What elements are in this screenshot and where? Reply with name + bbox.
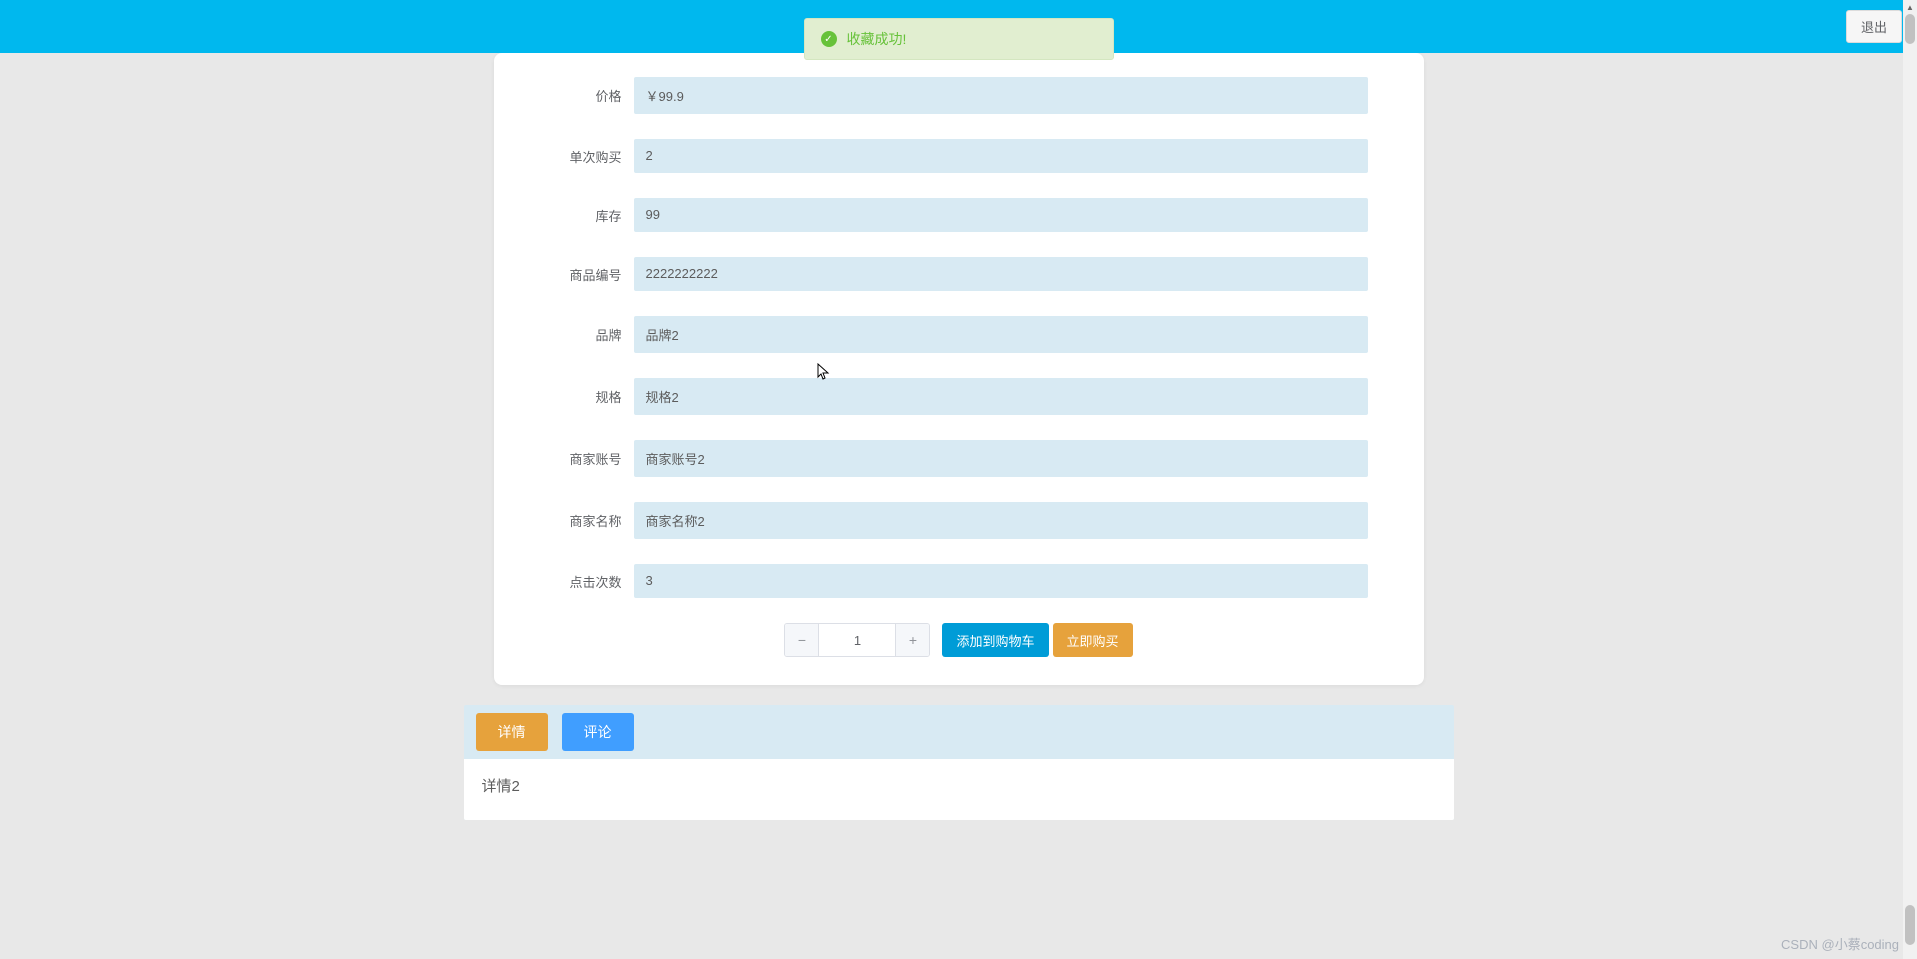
- value-price: ￥99.9: [634, 77, 1368, 114]
- main-content: 价格 ￥99.9 单次购买 2 库存 99 商品编号 2222222222 品牌…: [189, 53, 1729, 820]
- action-bar: − + 添加到购物车 立即购买: [550, 623, 1368, 657]
- quantity-input[interactable]: [819, 624, 895, 656]
- value-stock: 99: [634, 198, 1368, 232]
- scrollbar-thumb-top[interactable]: [1905, 14, 1915, 44]
- label-stock: 库存: [550, 206, 634, 225]
- value-merchant-name: 商家名称2: [634, 502, 1368, 539]
- row-single-buy: 单次购买 2: [550, 139, 1368, 173]
- tab-comment[interactable]: 评论: [562, 713, 634, 751]
- tab-detail[interactable]: 详情: [476, 713, 548, 751]
- tabs-panel: 详情 评论 详情2: [464, 705, 1454, 820]
- plus-icon: +: [909, 632, 917, 648]
- scroll-up-icon: ▲: [1903, 0, 1917, 14]
- value-product-no: 2222222222: [634, 257, 1368, 291]
- value-single-buy: 2: [634, 139, 1368, 173]
- row-brand: 品牌 品牌2: [550, 316, 1368, 353]
- buy-now-button[interactable]: 立即购买: [1053, 623, 1133, 657]
- label-price: 价格: [550, 86, 634, 105]
- value-brand: 品牌2: [634, 316, 1368, 353]
- row-stock: 库存 99: [550, 198, 1368, 232]
- check-circle-icon: ✓: [821, 31, 837, 47]
- label-merchant-account: 商家账号: [550, 449, 634, 468]
- logout-button[interactable]: 退出: [1846, 10, 1902, 43]
- vertical-scrollbar[interactable]: ▲: [1903, 0, 1917, 959]
- minus-icon: −: [798, 632, 806, 648]
- product-detail-card: 价格 ￥99.9 单次购买 2 库存 99 商品编号 2222222222 品牌…: [494, 53, 1424, 685]
- success-toast: ✓ 收藏成功!: [804, 18, 1114, 60]
- row-click-count: 点击次数 3: [550, 564, 1368, 598]
- label-product-no: 商品编号: [550, 265, 634, 284]
- toast-message: 收藏成功!: [847, 29, 907, 49]
- label-spec: 规格: [550, 387, 634, 406]
- scrollbar-thumb-bottom[interactable]: [1905, 905, 1915, 945]
- row-merchant-account: 商家账号 商家账号2: [550, 440, 1368, 477]
- label-brand: 品牌: [550, 325, 634, 344]
- quantity-increase-button[interactable]: +: [895, 624, 929, 656]
- app-header: ✓ 收藏成功! 退出: [0, 0, 1917, 53]
- row-price: 价格 ￥99.9: [550, 77, 1368, 114]
- tab-content-detail: 详情2: [464, 759, 1454, 820]
- row-merchant-name: 商家名称 商家名称2: [550, 502, 1368, 539]
- row-spec: 规格 规格2: [550, 378, 1368, 415]
- quantity-stepper: − +: [784, 623, 930, 657]
- value-merchant-account: 商家账号2: [634, 440, 1368, 477]
- watermark-text: CSDN @小蔡coding: [1781, 934, 1899, 953]
- label-click-count: 点击次数: [550, 572, 634, 591]
- value-spec: 规格2: [634, 378, 1368, 415]
- add-to-cart-button[interactable]: 添加到购物车: [942, 623, 1048, 657]
- value-click-count: 3: [634, 564, 1368, 598]
- label-merchant-name: 商家名称: [550, 511, 634, 530]
- quantity-decrease-button[interactable]: −: [785, 624, 819, 656]
- tabs-header: 详情 评论: [464, 705, 1454, 759]
- label-single-buy: 单次购买: [550, 147, 634, 166]
- row-product-no: 商品编号 2222222222: [550, 257, 1368, 291]
